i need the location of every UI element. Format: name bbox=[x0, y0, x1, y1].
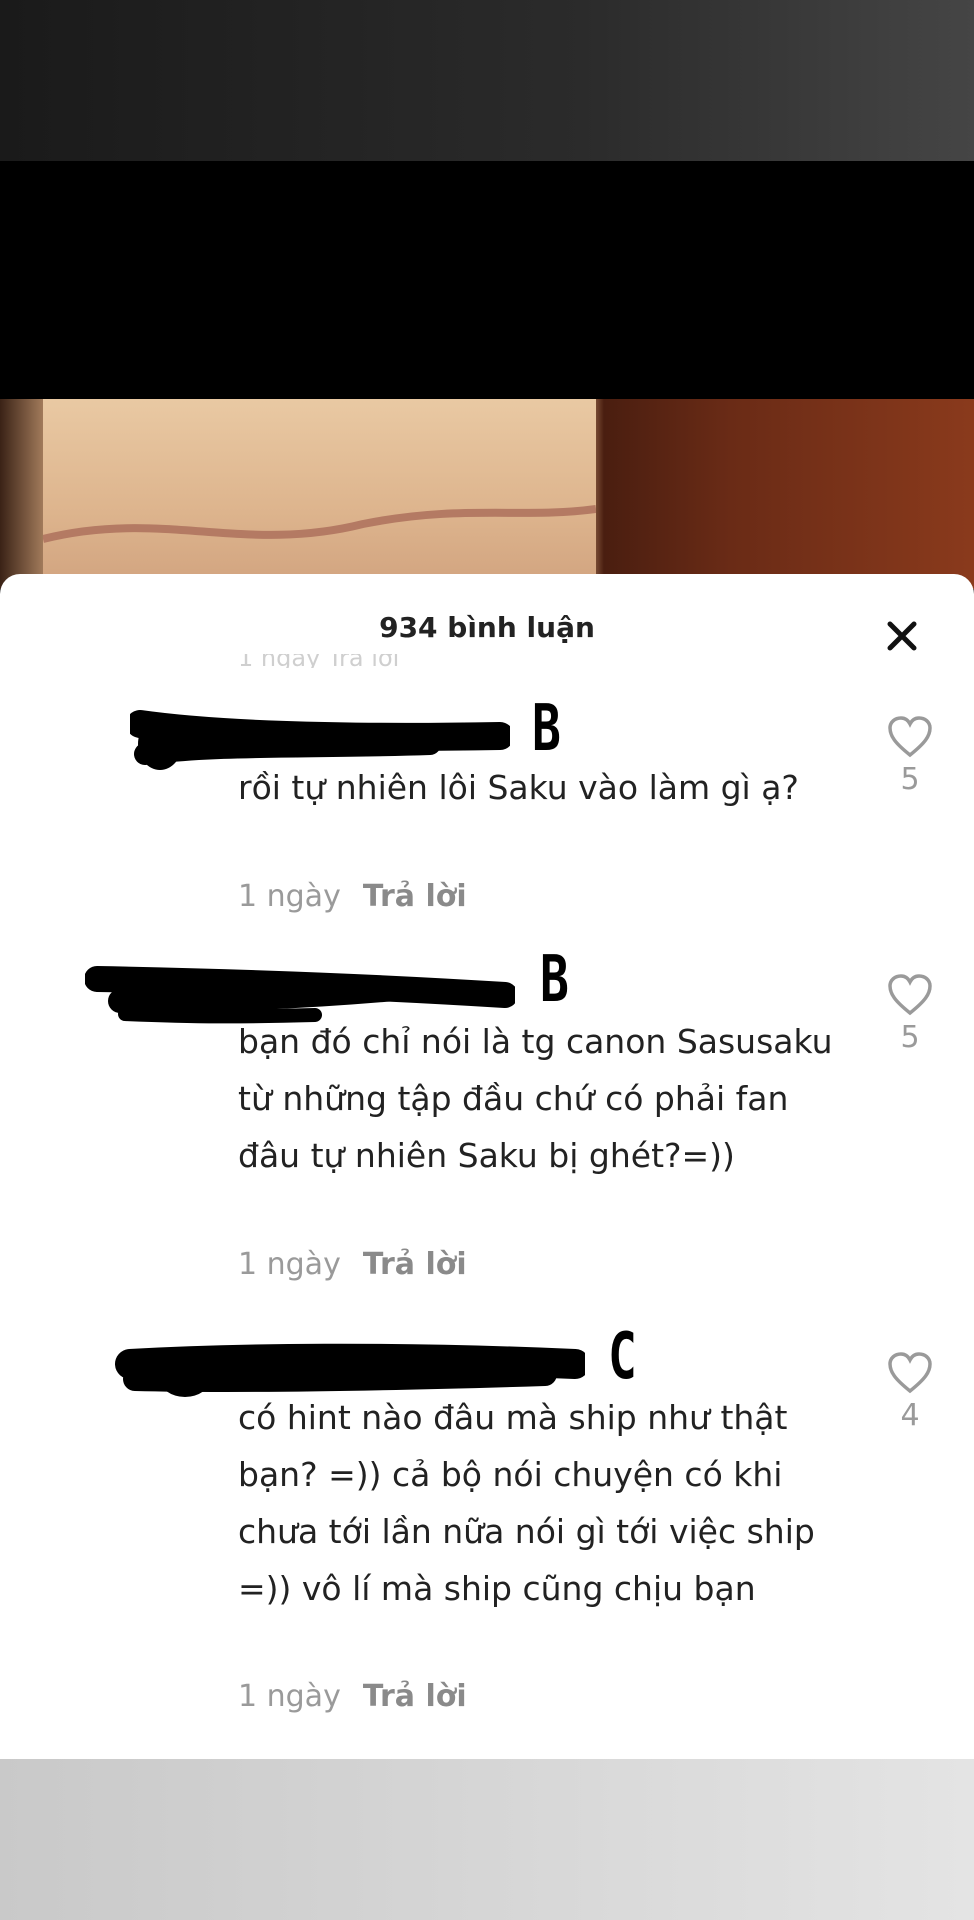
comment-time: 1 ngày bbox=[238, 1679, 341, 1714]
comment-time: 1 ngày bbox=[238, 1247, 341, 1282]
heart-outline-icon bbox=[888, 974, 932, 1016]
comment-time: 1 ngày bbox=[238, 879, 341, 914]
video-letterbox bbox=[0, 161, 974, 399]
close-button[interactable] bbox=[882, 616, 922, 656]
annotation-letter: B bbox=[540, 943, 569, 1017]
comment-meta: 1 ngày Trả lời bbox=[238, 1247, 467, 1282]
comment-text: bạn đó chỉ nói là tg canon Sasusaku từ n… bbox=[238, 1022, 833, 1175]
like-count: 5 bbox=[900, 1020, 920, 1055]
reply-button[interactable]: Trả lời bbox=[363, 1679, 467, 1714]
video-background bbox=[0, 399, 974, 589]
like-button[interactable]: 5 bbox=[880, 716, 940, 797]
annotation-letter: B bbox=[532, 692, 561, 766]
like-count: 5 bbox=[900, 762, 920, 797]
previous-comment-meta: 1 ngày Trả lời bbox=[238, 654, 400, 668]
comments-sheet: 934 bình luận 1 ngày Trả lời B rồi tự nh… bbox=[0, 574, 974, 1759]
reply-button[interactable]: Trả lời bbox=[363, 1247, 467, 1282]
comment-meta: 1 ngày Trả lời bbox=[238, 1679, 467, 1714]
bottom-bar-area bbox=[0, 1759, 974, 1920]
comment-text: rồi tự nhiên lôi Saku vào làm gì ạ? bbox=[238, 768, 799, 807]
heart-outline-icon bbox=[888, 1352, 932, 1394]
annotation-letter: C bbox=[608, 1320, 637, 1394]
video-panel bbox=[43, 399, 596, 589]
heart-outline-icon bbox=[888, 716, 932, 758]
like-button[interactable]: 5 bbox=[880, 974, 940, 1055]
like-count: 4 bbox=[900, 1398, 920, 1433]
video-curve bbox=[43, 505, 596, 543]
comment-text: có hint nào đâu mà ship như thật bạn? =)… bbox=[238, 1398, 815, 1608]
comments-count-title: 934 bình luận bbox=[379, 611, 595, 644]
like-button[interactable]: 4 bbox=[880, 1352, 940, 1433]
reply-button[interactable]: Trả lời bbox=[363, 879, 467, 914]
status-bar-area bbox=[0, 0, 974, 161]
comment-meta: 1 ngày Trả lời bbox=[238, 879, 467, 914]
close-icon bbox=[887, 621, 917, 651]
